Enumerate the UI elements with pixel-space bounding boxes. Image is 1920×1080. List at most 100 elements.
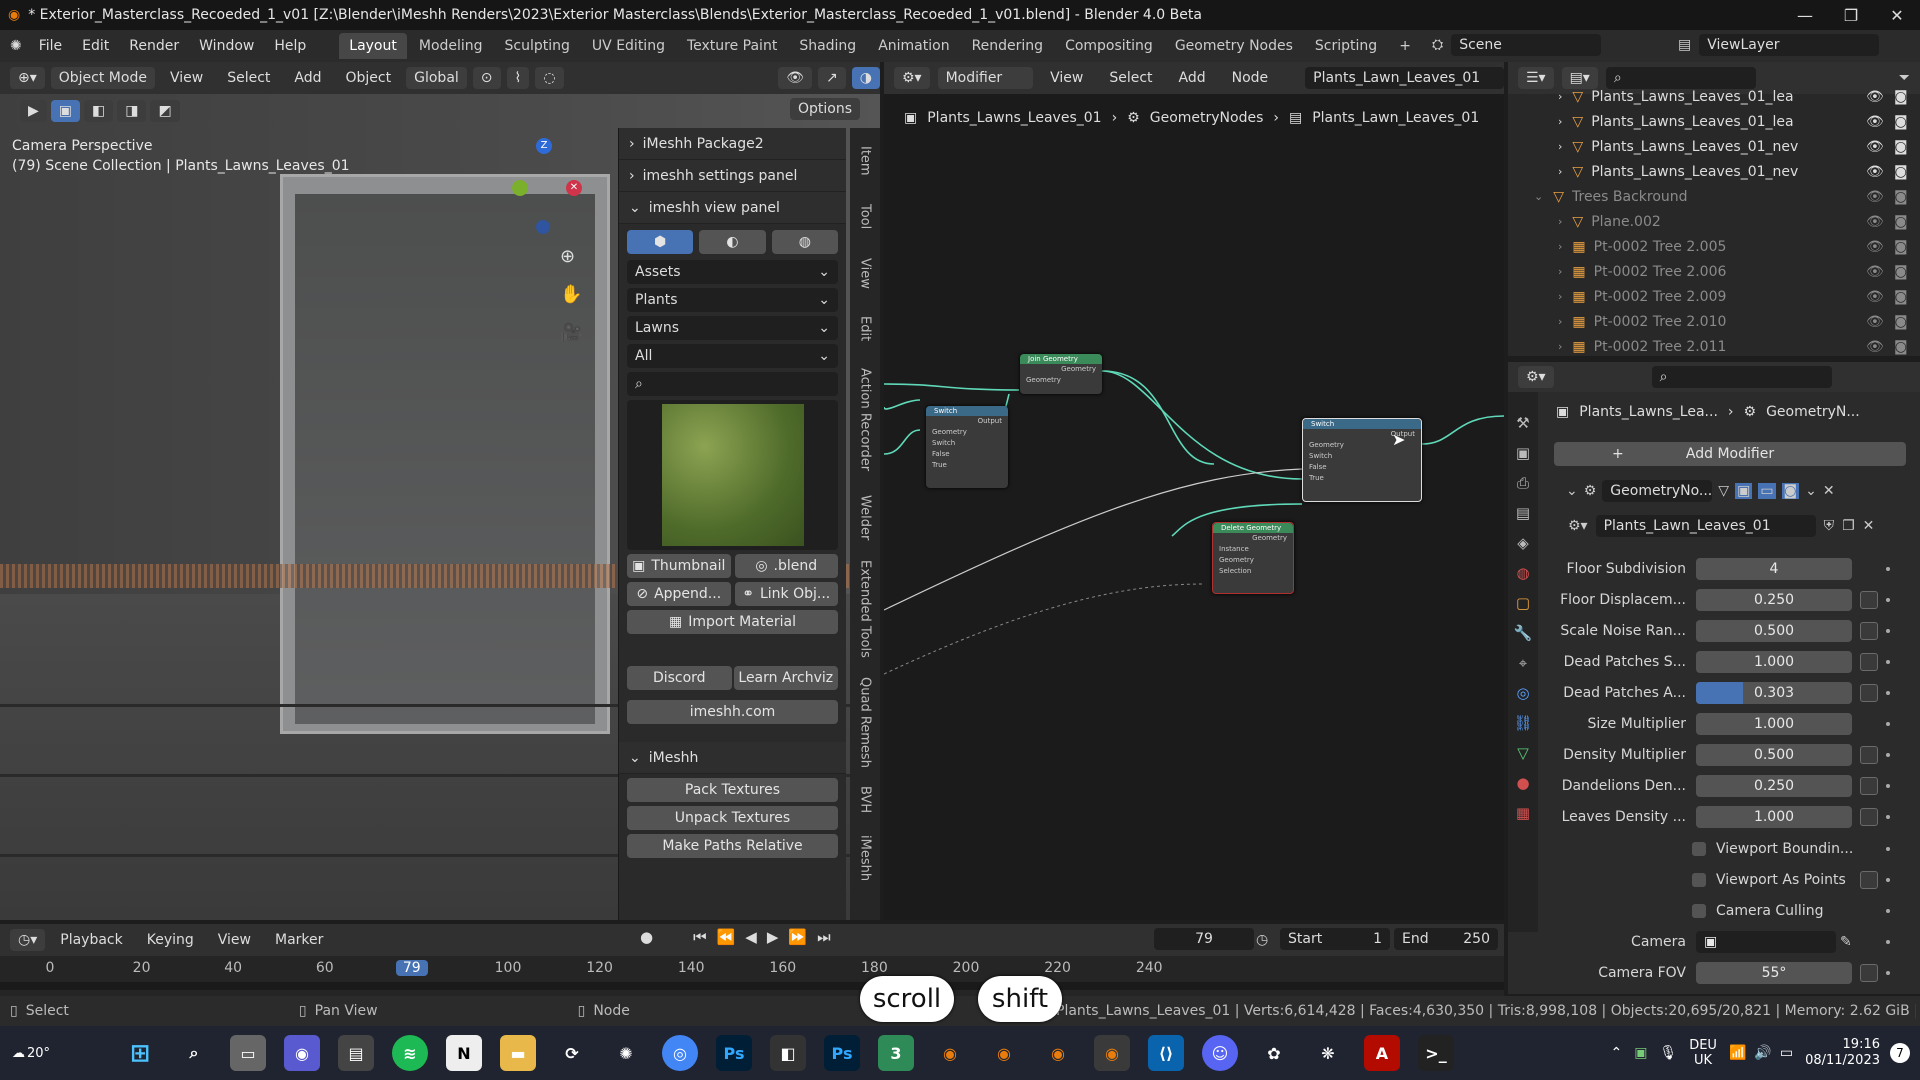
- render-camera-icon[interactable]: ◙: [1894, 89, 1908, 105]
- tab-scripting[interactable]: Scripting: [1305, 33, 1387, 59]
- photoshop-2-icon[interactable]: Ps: [824, 1035, 860, 1071]
- node-socket-toggle-icon[interactable]: [1860, 622, 1878, 640]
- tab-texture-paint[interactable]: Texture Paint: [677, 33, 787, 59]
- select-tool-icon[interactable]: ▶: [20, 100, 47, 122]
- viewport-menu-add[interactable]: Add: [285, 66, 330, 90]
- modifier-name-field[interactable]: GeometryNo...: [1602, 480, 1713, 502]
- overlay-icon[interactable]: ◑: [851, 67, 880, 89]
- asset-search-input[interactable]: ⌕: [627, 372, 838, 396]
- render-camera-icon[interactable]: ◙: [1894, 189, 1908, 205]
- gizmo-icon[interactable]: ↗: [818, 67, 846, 89]
- tab-rendering[interactable]: Rendering: [962, 33, 1054, 59]
- current-frame-field[interactable]: 79: [1154, 928, 1254, 950]
- visibility-eye-icon[interactable]: 👁: [1866, 314, 1884, 330]
- timeline-menu-marker[interactable]: Marker: [266, 928, 332, 952]
- blender-icon-1[interactable]: ◉: [932, 1035, 968, 1071]
- visibility-eye-icon[interactable]: 👁: [1866, 239, 1884, 255]
- jump-start-icon[interactable]: ⏮: [693, 928, 707, 946]
- maximize-icon[interactable]: ❐: [1828, 6, 1874, 25]
- tab-shading[interactable]: Shading: [789, 33, 866, 59]
- blender-active-icon[interactable]: ◉: [1094, 1035, 1130, 1071]
- record-icon[interactable]: ●: [640, 928, 653, 946]
- visibility-eye-icon[interactable]: 👁: [1866, 164, 1884, 180]
- expand-arrow-icon[interactable]: ›: [1558, 315, 1562, 328]
- animate-property-icon[interactable]: [1886, 567, 1890, 571]
- outliner-item[interactable]: › ▦ Pt-0002 Tree 2.009 👁 ◙: [1508, 284, 1920, 309]
- property-value-field[interactable]: 1.000: [1696, 651, 1852, 673]
- cage-toggle-icon[interactable]: ▣: [1735, 483, 1753, 499]
- material-tab-icon[interactable]: ●: [1516, 774, 1529, 792]
- outliner-item[interactable]: › ▽ Plants_Lawns_Leaves_01_lea 👁 ◙: [1508, 84, 1920, 109]
- render-camera-icon[interactable]: ◙: [1894, 139, 1908, 155]
- scene-tab-icon[interactable]: ◈: [1517, 534, 1529, 552]
- battery-icon[interactable]: ▭: [1780, 1045, 1793, 1061]
- volume-icon[interactable]: 🔊: [1754, 1045, 1771, 1061]
- menu-window[interactable]: Window: [190, 34, 263, 58]
- davinci-icon[interactable]: ❋: [1310, 1035, 1346, 1071]
- play-icon[interactable]: ▶: [767, 928, 779, 946]
- geometry-node-type-dropdown[interactable]: Modifier: [937, 67, 1034, 89]
- node-socket-toggle-icon[interactable]: [1860, 808, 1878, 826]
- snap-icon[interactable]: ⌇: [506, 67, 530, 89]
- language-indicator[interactable]: DEU UK: [1689, 1038, 1717, 1068]
- add-workspace-icon[interactable]: +: [1389, 33, 1421, 59]
- tab-welder[interactable]: Welder: [850, 488, 880, 548]
- output-tab-icon[interactable]: ⎙: [1517, 474, 1529, 492]
- menu-render[interactable]: Render: [120, 34, 188, 58]
- panel-imeshh-settings[interactable]: › imeshh settings panel: [619, 160, 846, 192]
- file-explorer-icon[interactable]: ▬: [500, 1035, 536, 1071]
- visibility-eye-icon[interactable]: 👁: [1866, 189, 1884, 205]
- category-dropdown-assets[interactable]: Assets ⌄: [627, 260, 838, 284]
- timeline[interactable]: 0 20 40 60 79 100 120 140 160 180 200 220 240: [0, 956, 1504, 996]
- property-value-field[interactable]: 0.500: [1696, 744, 1852, 766]
- category-dropdown-all[interactable]: All ⌄: [627, 344, 838, 368]
- proportional-edit-icon[interactable]: ◌: [535, 67, 564, 89]
- tab-layout[interactable]: Layout: [339, 33, 407, 59]
- fake-user-icon[interactable]: ⛨: [1824, 518, 1835, 534]
- node-group-icon[interactable]: ⚙▾: [1568, 518, 1588, 534]
- visibility-eye-icon[interactable]: 👁: [1866, 114, 1884, 130]
- blend-button[interactable]: ◎ .blend: [734, 554, 838, 578]
- tab-compositing[interactable]: Compositing: [1055, 33, 1163, 59]
- visibility-eye-icon[interactable]: 👁: [1866, 339, 1884, 355]
- tray-app-icon[interactable]: ▣: [1634, 1045, 1647, 1061]
- checkbox[interactable]: [1692, 873, 1706, 887]
- wifi-icon[interactable]: 📶: [1729, 1045, 1746, 1061]
- expand-arrow-icon[interactable]: ›: [1558, 165, 1562, 178]
- tab-action-recorder[interactable]: Action Recorder: [850, 360, 880, 480]
- view-layer-icon[interactable]: ▤: [1678, 37, 1691, 53]
- thumbnail-button[interactable]: ▣ Thumbnail: [627, 554, 731, 578]
- node-socket-toggle-icon[interactable]: [1860, 964, 1878, 982]
- chatgpt-icon[interactable]: ✺: [608, 1035, 644, 1071]
- tray-expand-icon[interactable]: ⌃: [1610, 1045, 1622, 1061]
- checkbox-row[interactable]: Viewport As Points: [1560, 867, 1910, 893]
- add-modifier-button[interactable]: + Add Modifier: [1554, 442, 1906, 466]
- visibility-eye-icon[interactable]: 👁: [1866, 264, 1884, 280]
- start-frame-field[interactable]: Start 1: [1280, 928, 1390, 950]
- animate-property-icon[interactable]: [1886, 753, 1890, 757]
- physics-tab-icon[interactable]: ◎: [1516, 684, 1529, 702]
- visibility-eye-icon[interactable]: 👁: [1866, 289, 1884, 305]
- tab-view[interactable]: View: [850, 248, 880, 298]
- animate-property-icon[interactable]: [1886, 815, 1890, 819]
- timeline-menu-keying[interactable]: Keying: [138, 928, 203, 952]
- outliner-item[interactable]: ⌄ ▽ Trees Backround 👁 ◙: [1508, 184, 1920, 209]
- node-delete-geometry[interactable]: Delete Geometry Geometry Instance Geomet…: [1212, 522, 1294, 594]
- node-socket-toggle-icon[interactable]: [1860, 684, 1878, 702]
- select-extend-icon[interactable]: ◧: [84, 100, 114, 122]
- expand-arrow-icon[interactable]: ›: [1558, 340, 1562, 353]
- node-socket-toggle-icon[interactable]: [1860, 871, 1878, 889]
- tab-quad-remesh[interactable]: Quad Remesh: [850, 672, 880, 772]
- jump-end-icon[interactable]: ⏭: [817, 928, 831, 946]
- render-camera-icon[interactable]: ◙: [1894, 239, 1908, 255]
- sync-icon[interactable]: ⟳: [554, 1035, 590, 1071]
- node-socket-toggle-icon[interactable]: [1860, 591, 1878, 609]
- minimize-icon[interactable]: —: [1782, 6, 1828, 25]
- tab-extended-tools[interactable]: Extended Tools: [850, 554, 880, 664]
- asset-material-icon[interactable]: ◐: [699, 230, 766, 254]
- unlink-icon[interactable]: ✕: [1863, 518, 1875, 534]
- properties-type-icon[interactable]: ⚙▾: [1518, 366, 1554, 388]
- expand-arrow-icon[interactable]: ⌄: [1534, 190, 1543, 203]
- app-icon-4[interactable]: ✿: [1256, 1035, 1292, 1071]
- expand-arrow-icon[interactable]: ›: [1558, 115, 1562, 128]
